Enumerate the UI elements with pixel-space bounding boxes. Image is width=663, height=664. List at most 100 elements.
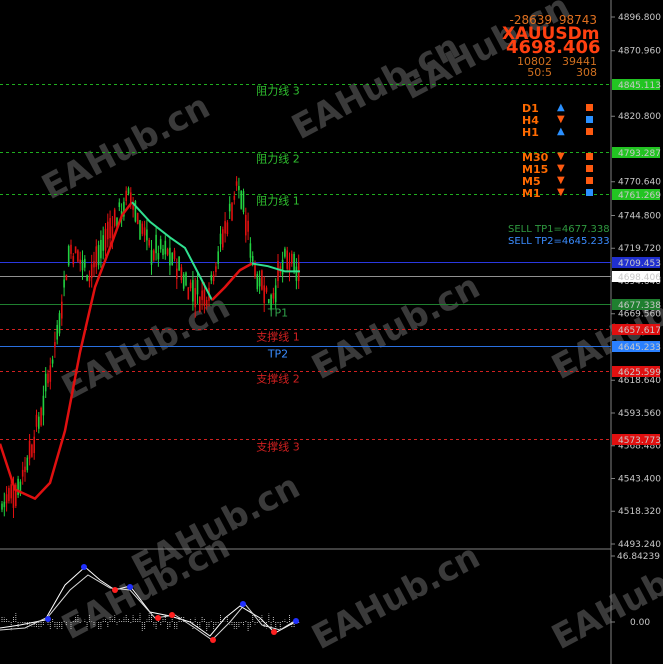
- candle-body: [148, 240, 150, 246]
- axis-tick-label: 4896.800: [618, 13, 661, 23]
- stat-right: 308: [576, 66, 597, 79]
- candle-body: [247, 220, 249, 232]
- indicator-zero-label: 0.00: [630, 618, 650, 628]
- candle-body: [90, 264, 93, 279]
- axis-tick-label: 4744.800: [618, 211, 661, 221]
- trend-down-icon: ▼: [557, 151, 565, 162]
- candle-body: [226, 222, 229, 235]
- ma-line-up: [251, 262, 300, 273]
- oscillator-signal-dot: [240, 601, 246, 607]
- candle-body: [162, 248, 164, 256]
- candle-body: [40, 407, 42, 426]
- candle-body: [169, 247, 171, 266]
- candle-body: [242, 191, 245, 212]
- candle-body: [261, 270, 263, 290]
- level-label: 支撑线 1: [256, 330, 300, 344]
- candle-body: [86, 275, 88, 281]
- candle-body: [97, 245, 100, 266]
- candle-body: [79, 259, 81, 264]
- candle-body: [171, 252, 173, 265]
- candle-body: [93, 261, 95, 268]
- signal-square-icon: [586, 177, 593, 184]
- candle-body: [61, 301, 63, 319]
- candle-body: [65, 274, 68, 281]
- oscillator-signal-dot: [271, 629, 277, 635]
- candle-body: [70, 244, 72, 254]
- candle-body: [157, 253, 160, 260]
- candle-body: [210, 274, 213, 281]
- oscillator-signal-dot: [127, 584, 133, 590]
- axis-tick-label: 4543.400: [618, 474, 661, 484]
- candle-body: [268, 299, 270, 304]
- candle-body: [35, 414, 38, 427]
- price-tag-text: 4573.773: [618, 436, 661, 446]
- candle-body: [182, 274, 185, 289]
- candle-body: [63, 279, 65, 288]
- candle-body: [88, 276, 91, 282]
- candle-body: [49, 365, 52, 382]
- candle-body: [104, 228, 107, 251]
- candle-body: [180, 267, 183, 281]
- candle-body: [272, 292, 275, 299]
- candle-body: [217, 251, 219, 264]
- axis-tick-label: 4820.800: [618, 112, 661, 122]
- candle-body: [293, 253, 295, 272]
- candle-body: [47, 373, 49, 384]
- oscillator-signal-dot: [155, 615, 161, 621]
- price-tag-text: 4761.269: [618, 191, 661, 201]
- price-chart[interactable]: EAHub.cn EAHub.cnEAHub.cnEAHub.cn EAHub.cn…: [0, 0, 663, 664]
- candle-body: [136, 212, 139, 225]
- price-tag-text: 4709.453: [618, 259, 661, 269]
- candle-body: [102, 235, 104, 251]
- signal-square-icon: [586, 104, 593, 111]
- price-tag-text: 4677.338: [618, 301, 661, 311]
- price-tag-text: 4645.233: [618, 343, 661, 353]
- candle-body: [295, 266, 298, 281]
- candle-body: [38, 416, 40, 429]
- level-label: 支撑线 3: [256, 440, 300, 454]
- candle-body: [100, 239, 102, 259]
- candle-body: [155, 234, 157, 254]
- candle-body: [56, 324, 58, 340]
- axis-tick-label: 4870.960: [618, 47, 661, 57]
- stat-left: 50:5: [527, 66, 552, 79]
- candle-body: [256, 273, 259, 290]
- candle-body: [153, 250, 155, 261]
- sell-tp2-label: SELL TP2=4645.233: [508, 236, 610, 247]
- candle-body: [10, 484, 12, 499]
- candle-body: [95, 246, 98, 267]
- candle-body: [143, 227, 146, 236]
- candle-body: [238, 186, 240, 191]
- watermark-layer: EAHub.cn EAHub.cnEAHub.cnEAHub.cn EAHub.cn…: [35, 0, 663, 658]
- candle-body: [258, 278, 261, 287]
- candle-body: [164, 240, 167, 255]
- price-tag-text: 4845.113: [618, 81, 661, 91]
- sell-tp1-label: SELL TP1=4677.338: [508, 224, 610, 235]
- trend-down-icon: ▼: [557, 187, 565, 198]
- candle-body: [107, 221, 109, 240]
- indicator-top-label: 46.84239: [617, 552, 660, 562]
- axis-tick-label: 4593.560: [618, 409, 661, 419]
- candle-body: [176, 268, 178, 279]
- axis-tick-label: 4669.560: [618, 310, 661, 320]
- candle-body: [3, 501, 6, 508]
- watermark-text: EAHub.cn: [305, 536, 486, 658]
- candle-body: [21, 469, 24, 477]
- candle-body: [109, 218, 111, 239]
- trend-up-icon: ▲: [557, 126, 565, 137]
- candle-body: [189, 282, 192, 289]
- price-tag-text: 4625.599: [618, 368, 661, 378]
- candle-body: [58, 313, 61, 334]
- candle-body: [277, 260, 279, 282]
- level-label: 阻力线 1: [256, 194, 300, 208]
- oscillator-signal-dot: [45, 616, 51, 622]
- candle-body: [44, 373, 47, 392]
- oscillator-signal-dot: [210, 637, 216, 643]
- axis-tick-label: 4770.640: [618, 178, 661, 188]
- level-label: 阻力线 3: [256, 84, 300, 98]
- axis-tick-label: 4719.720: [618, 244, 661, 254]
- candle-body: [249, 243, 252, 258]
- candle-body: [146, 229, 148, 241]
- candle-body: [67, 246, 70, 266]
- candle-body: [205, 300, 208, 307]
